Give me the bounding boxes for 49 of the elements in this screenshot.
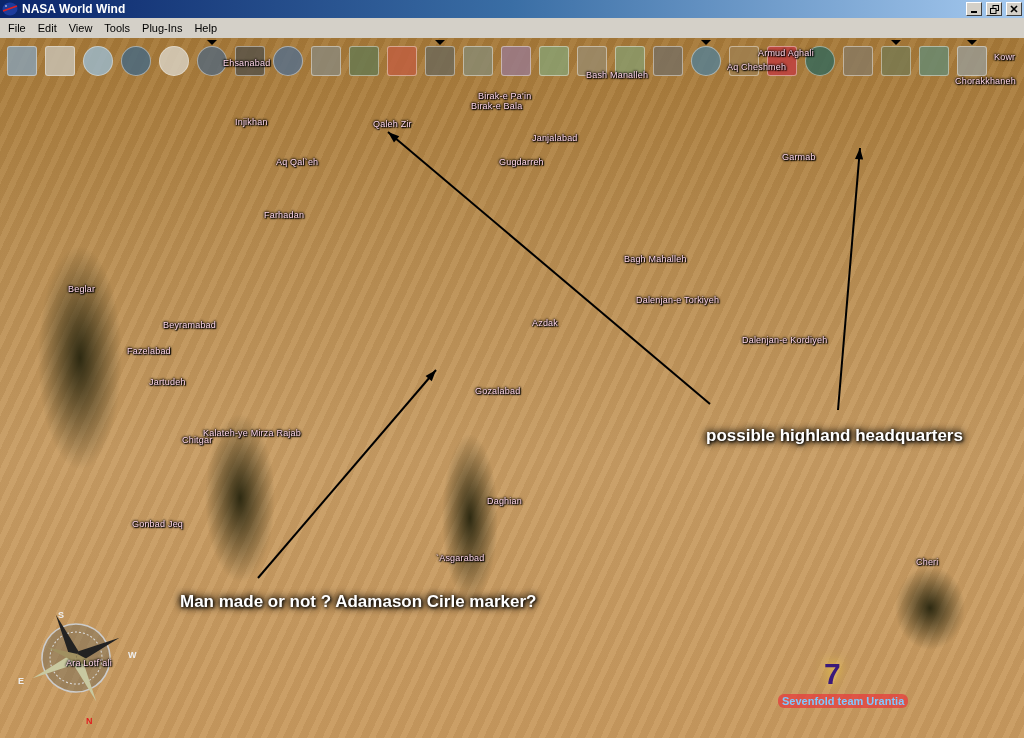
compass-rose-icon xyxy=(32,614,120,702)
menu-item[interactable]: Help xyxy=(188,22,224,34)
place-label: Daghian xyxy=(487,496,522,506)
annotation-text: Man made or not ? Adamason Cirle marker? xyxy=(180,592,537,612)
place-label: Gugdarreh xyxy=(499,157,544,167)
place-label: Bagh Mahalleh xyxy=(624,254,687,264)
place-label: Dalenjan-e Torkiyeh xyxy=(636,295,720,305)
menu-item[interactable]: Plug-Ins xyxy=(136,22,189,34)
restore-button[interactable] xyxy=(986,2,1002,16)
place-label: Gonbad Jeq xyxy=(132,519,184,529)
logo-numeral: 7 xyxy=(824,658,841,690)
place-label: Gozalabad xyxy=(475,386,521,396)
place-label: Aq Qal`eh xyxy=(276,157,319,167)
compass-letter: S xyxy=(58,610,64,620)
compass-letter: W xyxy=(128,650,137,660)
place-label: Jartudeh xyxy=(149,377,186,387)
window-title: NASA World Wind xyxy=(22,2,127,16)
place-label: Garmab xyxy=(782,152,816,162)
compass-letter: N xyxy=(86,716,93,726)
place-label: Cheri xyxy=(916,557,939,567)
menu-item[interactable]: File xyxy=(2,22,32,34)
place-label: Birak-e Bala xyxy=(471,101,523,111)
place-label: Beglar xyxy=(68,284,96,294)
place-label: Qaleh Zir xyxy=(373,119,412,129)
place-label: Aq Cheshmeh xyxy=(727,62,787,72)
place-label: Ehsanabad xyxy=(223,58,271,68)
place-label: Beyramabad xyxy=(163,320,217,330)
compass-letter: E xyxy=(18,676,24,686)
layer-toolbar-icon[interactable] xyxy=(577,46,607,76)
place-label: Janjalabad xyxy=(532,133,578,143)
annotation-text: possible highland headquarters xyxy=(706,426,963,446)
place-label: Injikhan xyxy=(235,117,268,127)
close-button[interactable] xyxy=(1006,2,1022,16)
place-label: Farhadan xyxy=(264,210,305,220)
place-label: Chorakkhaneh xyxy=(955,76,1016,86)
close-icon xyxy=(1010,5,1018,13)
restore-icon xyxy=(989,4,999,14)
menu-item[interactable]: Tools xyxy=(98,22,137,34)
menu-item[interactable]: Edit xyxy=(31,22,63,34)
minimize-button[interactable] xyxy=(966,2,982,16)
logo-text: Sevenfold team Urantia xyxy=(778,694,909,708)
place-label: Fazelabad xyxy=(127,346,171,356)
place-label: Birak-e Pa'in xyxy=(478,91,532,101)
nasa-logo-icon xyxy=(2,2,18,16)
place-label: Dalenjan-e Kordiyeh xyxy=(742,335,828,345)
place-label: Azdak xyxy=(532,318,558,328)
place-label: Kowr xyxy=(994,52,1016,62)
place-label: `Asgarabad xyxy=(436,553,485,563)
menu-item[interactable]: View xyxy=(62,22,99,34)
